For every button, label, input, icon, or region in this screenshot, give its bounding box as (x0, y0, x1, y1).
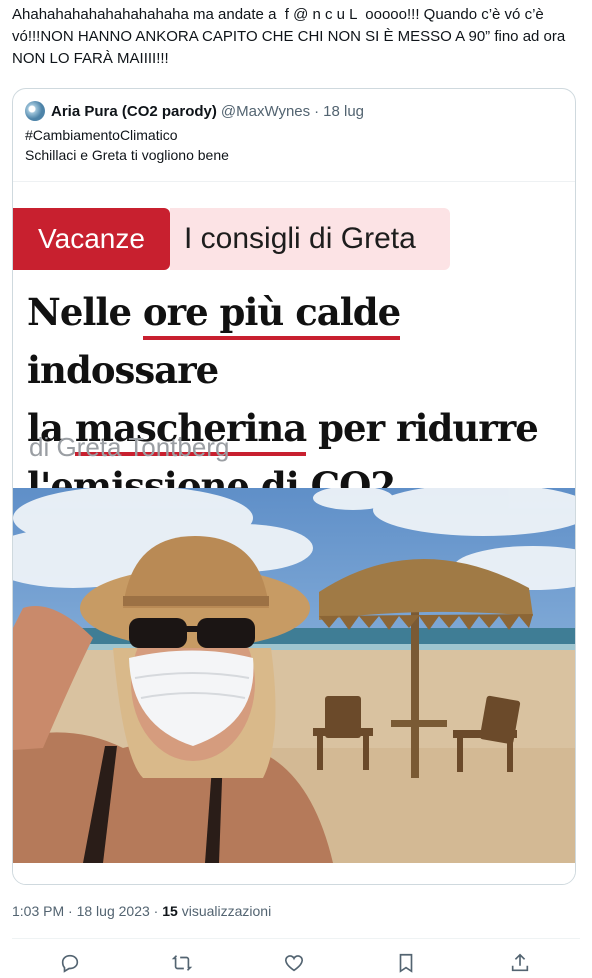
section-title: I consigli di Greta (170, 208, 450, 270)
separator-dot: · (68, 903, 73, 919)
retweet-icon[interactable] (171, 952, 193, 974)
share-icon[interactable] (509, 952, 531, 974)
divider (12, 938, 580, 939)
like-icon[interactable] (283, 952, 305, 974)
separator-dot: · (153, 903, 159, 919)
avatar[interactable] (25, 101, 45, 121)
quoted-tweet-text: Schillaci e Greta ti vogliono bene (25, 147, 229, 163)
reply-icon[interactable] (59, 952, 81, 974)
beach-photo (13, 488, 575, 863)
quoted-author-name[interactable]: Aria Pura (CO2 parody) (51, 103, 217, 120)
quoted-media-image[interactable]: Vacanze I consigli di Greta Nelle ore pi… (13, 181, 575, 884)
quoted-date[interactable]: 18 lug (323, 103, 364, 120)
tweet-time[interactable]: 1:03 PM (12, 903, 64, 919)
category-tag: Vacanze (13, 208, 170, 270)
quoted-tweet-header: Aria Pura (CO2 parody) @MaxWynes · 18 lu… (25, 101, 364, 121)
tweet-text: Ahahahahahahahahahaha ma andate a f @ n … (12, 6, 570, 67)
views-label: visualizzazioni (181, 903, 272, 919)
quoted-tweet-card[interactable]: Aria Pura (CO2 parody) @MaxWynes · 18 lu… (12, 88, 576, 885)
beach-scene-illustration (13, 488, 575, 863)
tweet-actions-bar (0, 948, 592, 978)
article-byline: di Greta Tontberg (29, 432, 230, 462)
tweet-date[interactable]: 18 lug 2023 (77, 903, 150, 919)
separator-dot: · (314, 102, 320, 120)
headline-text: Nelle (27, 290, 143, 334)
headline-text: indossare (27, 348, 219, 392)
article-headline: Nelle ore più calde indossare la mascher… (27, 283, 567, 515)
views-count: 15 (162, 903, 178, 919)
headline-text: per ridurre (306, 406, 539, 450)
quoted-author-handle[interactable]: @MaxWynes (221, 103, 310, 120)
hashtag-link[interactable]: #CambiamentoClimatico (25, 125, 178, 145)
tweet-metadata: 1:03 PM · 18 lug 2023 · 15 visualizzazio… (12, 903, 271, 919)
headline-underlined-text: ore più calde (142, 290, 401, 340)
bookmark-icon[interactable] (395, 952, 417, 974)
